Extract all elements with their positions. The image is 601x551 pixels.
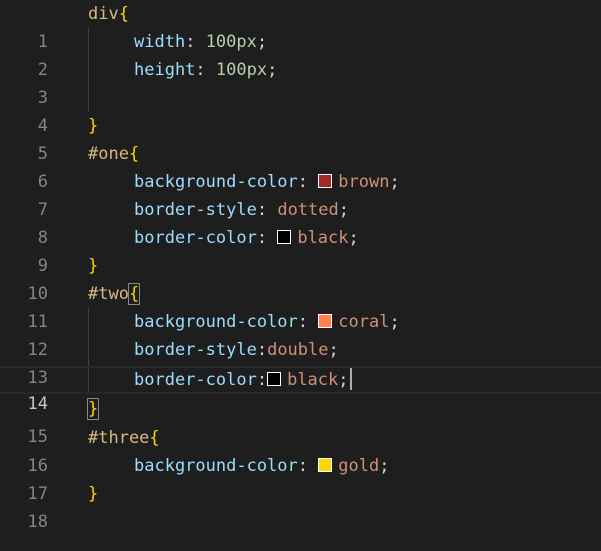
open-brace: { [128,144,140,164]
code-line[interactable]: 7 background-color: brown; [0,168,601,220]
code-line[interactable]: 15 } [0,395,601,447]
code-line[interactable]: 12 background-color: coral; [0,308,601,360]
code-line[interactable]: 8 border-style: dotted; [0,196,601,248]
colon: : [195,60,206,80]
code-line[interactable]: 2 width: 100px; [0,28,601,80]
close-brace: } [88,484,99,504]
css-value: black [297,228,349,248]
code-line[interactable]: 1 div{ [0,0,601,52]
css-property: border-color [134,228,257,248]
colon: : [256,370,268,390]
colon: : [256,228,268,248]
colon: : [297,312,309,332]
css-value: dotted [277,200,339,220]
css-property: border-style [134,340,257,360]
css-value: black [287,370,339,390]
css-value: double [267,340,329,360]
code-line[interactable]: 18 } [0,480,601,532]
code-line[interactable]: 17 background-color: gold; [0,452,601,504]
css-property: border-style [134,200,257,220]
code-line[interactable]: 4 [0,84,601,136]
semicolon: ; [389,172,400,192]
css-selector: #three [88,428,150,448]
close-brace: } [86,398,100,420]
color-swatch[interactable] [318,314,333,328]
css-value: gold [338,456,380,476]
semicolon: ; [338,200,349,220]
css-value: 100px [205,32,257,52]
semicolon: ; [348,228,359,248]
open-brace: { [118,4,129,24]
css-property: border-color [134,370,257,390]
close-brace: } [88,256,99,276]
semicolon: ; [379,456,390,476]
code-line[interactable]: 5 } [0,112,601,164]
code-line[interactable]: 11 #two{ [0,280,601,332]
code-line[interactable]: 16 #three{ [0,424,601,476]
css-selector: #two [88,284,129,304]
colon: : [256,200,268,220]
code-editor[interactable]: 1 div{ 2 width: 100px; 3 height: 100px; … [0,0,601,551]
css-selector: div [88,4,119,24]
css-property: height [134,60,196,80]
color-swatch[interactable] [267,372,282,386]
css-value: 100px [215,60,268,80]
close-brace: } [88,116,99,136]
code-line[interactable]: 3 height: 100px; [0,56,601,108]
semicolon: ; [328,340,339,360]
code-line[interactable]: 13 border-style:double; [0,336,601,388]
color-swatch[interactable] [277,230,292,244]
css-value: brown [338,172,390,192]
css-property: width [134,32,186,52]
code-line[interactable]: 6 #one{ [0,140,601,192]
code-line-current[interactable]: 14 border-color: black; [0,366,601,414]
semicolon: ; [256,32,268,52]
semicolon: ; [389,312,400,332]
code-line[interactable]: 10 } [0,252,601,304]
open-brace: { [127,283,141,305]
open-brace: { [149,428,160,448]
css-property: background-color [134,456,298,476]
colon: : [256,340,268,360]
colon: : [185,32,196,52]
colon: : [297,172,309,192]
css-value: coral [338,312,390,332]
color-swatch[interactable] [318,174,333,188]
text-cursor [349,368,352,390]
css-property: background-color [134,172,298,192]
colon: : [297,456,309,476]
semicolon: ; [267,60,278,80]
line-number: 18 [27,512,48,532]
semicolon: ; [338,370,349,390]
css-property: background-color [134,312,298,332]
color-swatch[interactable] [318,458,333,472]
code-line[interactable]: 9 border-color: black; [0,224,601,276]
css-selector: #one [88,144,129,164]
